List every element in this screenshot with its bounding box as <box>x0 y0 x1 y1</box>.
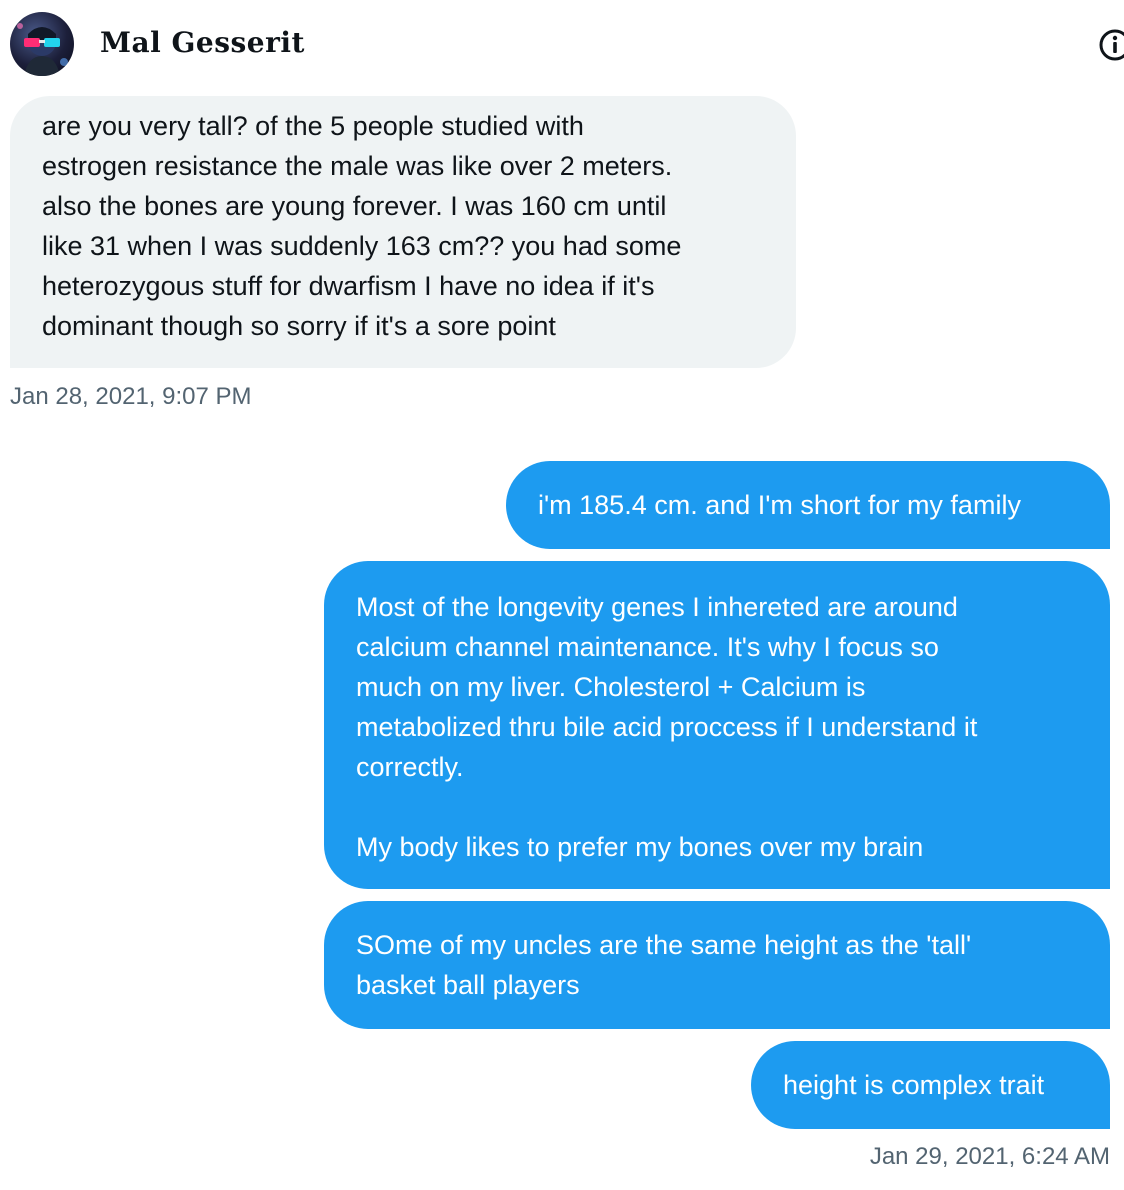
message-timestamp: Jan 29, 2021, 6:24 AM <box>869 1143 1110 1170</box>
message-bubble-outgoing: SOme of my uncles are the same height as… <box>324 901 1110 1029</box>
conversation-header: Mal Gesserit <box>0 0 1124 90</box>
message-timestamp: Jan 28, 2021, 9:07 PM <box>10 383 252 410</box>
avatar-3d-glasses-icon[interactable] <box>10 12 74 76</box>
contact-name[interactable]: Mal Gesserit <box>100 26 305 59</box>
message-bubble-outgoing: i'm 185.4 cm. and I'm short for my famil… <box>506 461 1110 549</box>
message-bubble-outgoing: height is complex trait <box>751 1041 1110 1129</box>
info-icon[interactable] <box>1098 28 1124 62</box>
message-bubble-outgoing: Most of the longevity genes I inhereted … <box>324 561 1110 889</box>
message-bubble-incoming: are you very tall? of the 5 people studi… <box>10 96 796 368</box>
